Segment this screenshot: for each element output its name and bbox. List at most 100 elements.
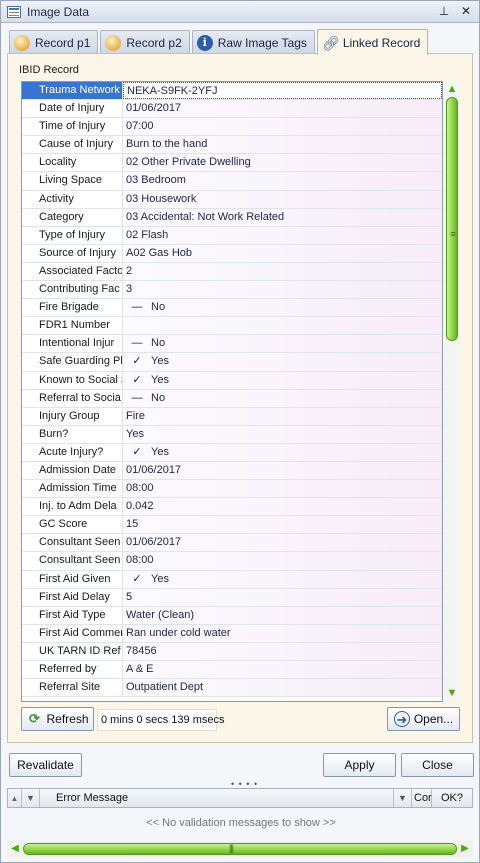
field-value[interactable]: A02 Gas Hob — [123, 244, 442, 262]
field-value[interactable] — [123, 317, 442, 335]
record-grid[interactable]: Trauma Network NEKA-S9FK-2YFJ Date of Inju… — [21, 81, 443, 702]
field-value[interactable]: 01/06/2017 — [123, 100, 442, 118]
tab-linked-record[interactable]: 🔗︎ Linked Record — [316, 29, 429, 55]
record-row[interactable]: Intentional Injur — No — [22, 335, 442, 354]
field-value[interactable]: NEKA-S9FK-2YFJ — [123, 82, 442, 100]
filter-icon[interactable]: ▼ — [22, 789, 40, 807]
field-value[interactable]: 02 Other Private Dwelling — [123, 154, 442, 172]
vertical-scrollbar[interactable]: ▲ ≡ ▼ — [444, 81, 460, 702]
record-row[interactable]: First Aid Delay 5 — [22, 588, 442, 607]
field-value[interactable]: 78456 — [123, 642, 442, 660]
field-value[interactable]: 08:00 — [123, 552, 442, 570]
field-value[interactable]: ✓ Yes — [123, 353, 442, 371]
record-row[interactable]: Living Space 03 Bedroom — [22, 172, 442, 191]
field-value[interactable]: Fire — [123, 407, 442, 425]
field-value[interactable]: 03 Bedroom — [123, 172, 442, 190]
field-value[interactable]: ✓ Yes — [123, 570, 442, 588]
horizontal-scroll-thumb[interactable] — [23, 843, 457, 855]
record-row[interactable]: FDR1 Number — [22, 317, 442, 336]
horizontal-scrollbar[interactable]: ◀ ▶ — [7, 841, 473, 857]
record-row[interactable]: Contributing Fac 3 — [22, 281, 442, 300]
scroll-up-icon[interactable]: ▲ — [446, 83, 458, 95]
scroll-down-icon[interactable]: ▼ — [446, 687, 458, 699]
record-row[interactable]: Source of Injury A02 Gas Hob — [22, 244, 442, 263]
field-value[interactable]: 07:00 — [123, 118, 442, 136]
record-row[interactable]: First Aid Commer Ran under cold water — [22, 624, 442, 643]
field-label: Date of Injury — [22, 100, 123, 118]
field-value[interactable]: — No — [123, 335, 442, 353]
field-value[interactable]: 03 Housework — [123, 190, 442, 208]
record-row[interactable]: Admission Date 01/06/2017 — [22, 461, 442, 481]
refresh-button[interactable]: ⟳ Refresh — [21, 707, 94, 731]
column-ok[interactable]: OK? — [432, 789, 472, 807]
field-value[interactable]: ✓ Yes — [123, 443, 442, 461]
field-value[interactable]: ✓ Yes — [123, 371, 442, 389]
record-row[interactable]: Fire Brigade — No — [22, 299, 442, 318]
field-value[interactable]: 02 Flash — [123, 226, 442, 244]
record-row[interactable]: Inj. to Adm Dela 0.042 — [22, 498, 442, 517]
field-value[interactable]: 0.042 — [123, 498, 442, 516]
column-cor[interactable]: Cor — [412, 789, 432, 807]
record-row[interactable]: Date of Injury 01/06/2017 — [22, 100, 442, 119]
field-value[interactable]: 2 — [123, 262, 442, 281]
apply-button[interactable]: Apply — [323, 753, 396, 777]
title-bar: Image Data ⊥ ✕ — [1, 1, 479, 23]
tab-label: Record p2 — [126, 35, 182, 50]
close-icon[interactable]: ✕ — [459, 4, 473, 18]
tab-raw-image-tags[interactable]: i Raw Image Tags — [191, 30, 315, 54]
record-row[interactable]: GC Score 15 — [22, 516, 442, 535]
field-value[interactable]: 08:00 — [123, 480, 442, 498]
refresh-icon: ⟳ — [29, 711, 40, 726]
field-value[interactable]: Outpatient Dept — [123, 679, 442, 697]
field-value[interactable]: Yes — [123, 425, 442, 443]
scroll-right-icon[interactable]: ▶ — [458, 842, 472, 856]
field-value[interactable]: 03 Accidental: Not Work Related — [123, 208, 442, 226]
field-value[interactable]: 01/06/2017 — [123, 534, 442, 552]
pin-icon[interactable]: ⊥ — [437, 4, 451, 18]
revalidate-button[interactable]: Revalidate — [9, 753, 82, 777]
field-value[interactable]: 01/06/2017 — [123, 461, 442, 480]
tab-record-p1[interactable]: Record p1 — [9, 30, 99, 54]
record-row[interactable]: Acute Injury? ✓ Yes — [22, 443, 442, 462]
field-value[interactable]: 15 — [123, 516, 442, 534]
record-row[interactable]: Referral to Socia — No — [22, 389, 442, 408]
record-row[interactable]: Trauma Network NEKA-S9FK-2YFJ — [22, 82, 442, 101]
field-value[interactable]: Water (Clean) — [123, 606, 442, 624]
record-row[interactable]: Safe Guarding Pl ✓ Yes — [22, 353, 442, 372]
sort-icon[interactable]: ▲ — [8, 789, 22, 807]
field-value[interactable]: Burn to the hand — [123, 136, 442, 154]
field-value[interactable]: 3 — [123, 281, 442, 299]
field-value[interactable]: — No — [123, 299, 442, 317]
record-row[interactable]: Known to Social S ✓ Yes — [22, 371, 442, 390]
record-row[interactable]: Associated Facto 2 — [22, 262, 442, 282]
record-row[interactable]: Time of Injury 07:00 — [22, 118, 442, 137]
record-row[interactable]: UK TARN ID Ref 78456 — [22, 642, 442, 661]
record-row[interactable]: Referral Site Outpatient Dept — [22, 679, 442, 698]
record-row[interactable]: Burn? Yes — [22, 425, 442, 444]
close-button[interactable]: Close — [401, 753, 474, 777]
field-value[interactable]: A & E — [123, 661, 442, 679]
open-button[interactable]: ➜ Open... — [387, 707, 460, 731]
record-row[interactable]: Consultant Seen 01/06/2017 — [22, 534, 442, 553]
record-row[interactable]: First Aid Given ✓ Yes — [22, 570, 442, 589]
field-value-text: 01/06/2017 — [126, 463, 182, 476]
column-error-message[interactable]: Error Message — [40, 789, 394, 807]
record-row[interactable]: Referred by A & E — [22, 661, 442, 680]
field-value[interactable]: — No — [123, 389, 442, 407]
tab-record-p2[interactable]: Record p2 — [100, 30, 190, 54]
scroll-left-icon[interactable]: ◀ — [8, 842, 22, 856]
record-row[interactable]: Category 03 Accidental: Not Work Related — [22, 208, 442, 227]
record-row[interactable]: Activity 03 Housework — [22, 190, 442, 209]
field-value-text: A & E — [126, 663, 154, 675]
record-row[interactable]: Consultant Seen 08:00 — [22, 552, 442, 571]
record-row[interactable]: Type of Injury 02 Flash — [22, 226, 442, 245]
record-row[interactable]: Cause of Injury Burn to the hand — [22, 136, 442, 155]
filter-icon[interactable]: ▼ — [394, 789, 412, 807]
record-row[interactable]: Locality 02 Other Private Dwelling — [22, 154, 442, 173]
field-value[interactable]: 5 — [123, 588, 442, 606]
record-row[interactable]: Injury Group Fire — [22, 407, 442, 426]
field-value[interactable]: Ran under cold water — [123, 624, 442, 642]
vertical-scroll-thumb[interactable]: ≡ — [446, 97, 458, 341]
record-row[interactable]: Admission Time 08:00 — [22, 480, 442, 499]
record-row[interactable]: First Aid Type Water (Clean) — [22, 606, 442, 625]
